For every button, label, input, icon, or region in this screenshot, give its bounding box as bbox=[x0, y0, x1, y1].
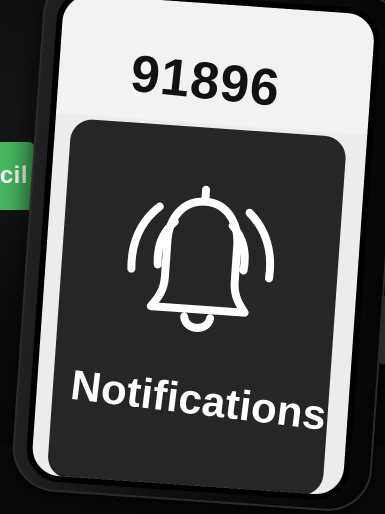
phone-bezel: 91896 Notifications bbox=[24, 0, 383, 503]
badge-text: cil bbox=[0, 162, 28, 189]
phone-screen: 91896 Notifications bbox=[30, 0, 376, 496]
phone-device: 91896 Notifications bbox=[9, 0, 385, 514]
phone-side-button bbox=[379, 294, 385, 365]
notifications-label: Notifications bbox=[68, 360, 330, 439]
bell-icon bbox=[127, 185, 275, 332]
notifications-card[interactable]: Notifications bbox=[46, 118, 348, 496]
